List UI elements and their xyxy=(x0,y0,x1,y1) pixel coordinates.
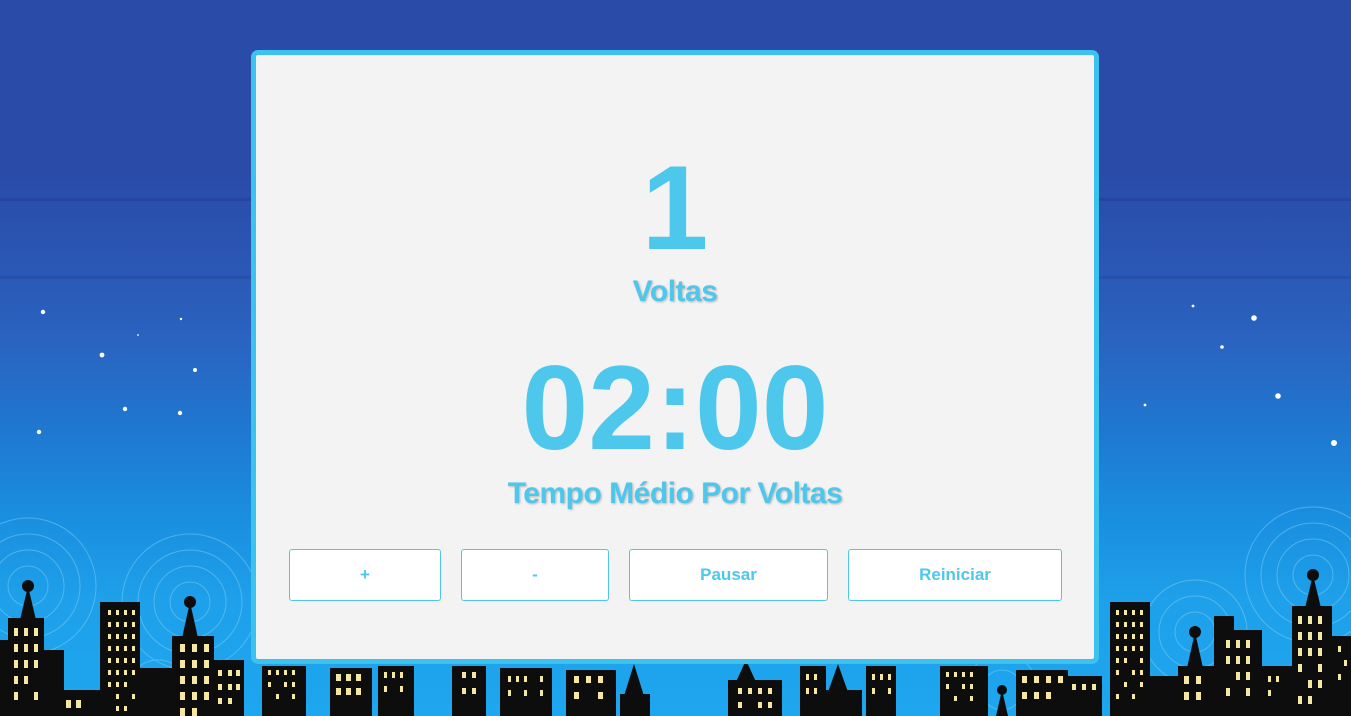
laps-label: Voltas xyxy=(632,275,718,308)
reset-button[interactable]: Reiniciar xyxy=(848,549,1062,601)
lap-timer-panel: 1 Voltas 02:00 Tempo Médio Por Voltas + … xyxy=(251,50,1099,664)
increment-laps-button[interactable]: + xyxy=(289,549,441,601)
decrement-laps-button[interactable]: - xyxy=(461,549,609,601)
timer-display: 02:00 xyxy=(521,341,829,475)
timer-label: Tempo Médio Por Voltas xyxy=(507,477,843,510)
laps-count: 1 xyxy=(641,141,709,275)
pause-button[interactable]: Pausar xyxy=(629,549,828,601)
